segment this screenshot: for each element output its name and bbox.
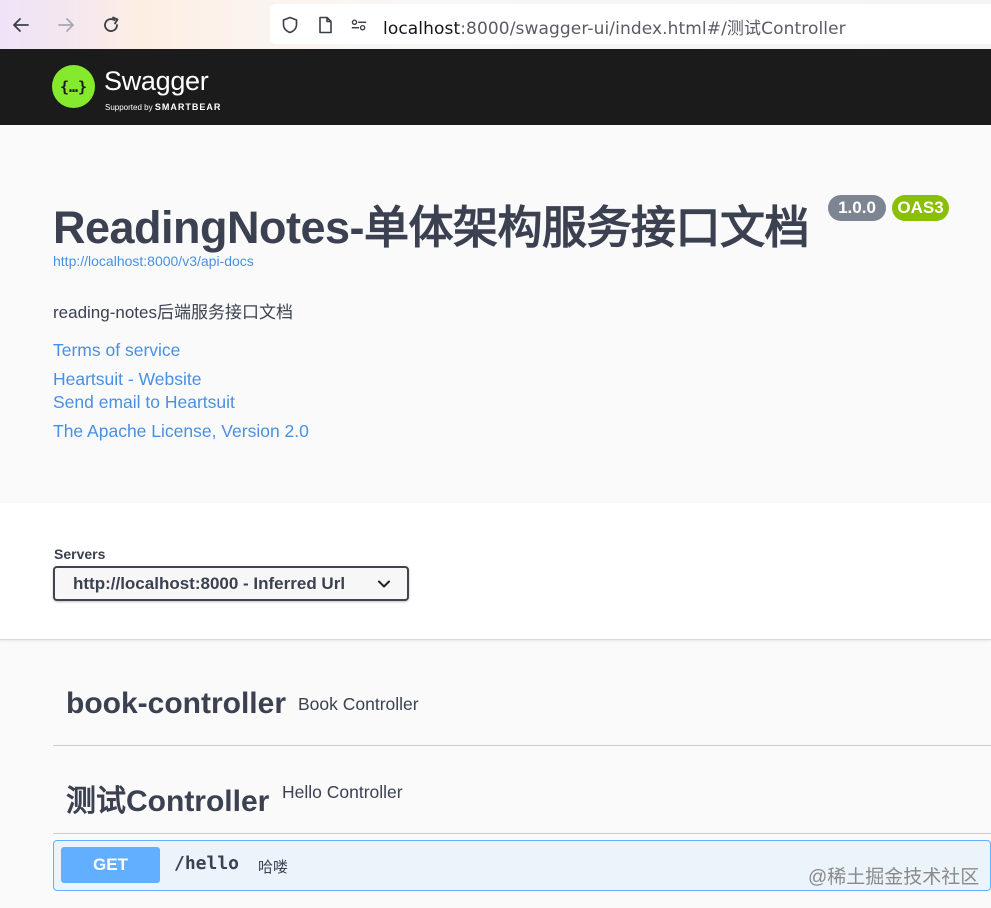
oas-badge: OAS3 (892, 195, 949, 221)
tag-test-controller[interactable]: 测试Controller Hello Controller (53, 746, 991, 834)
url-path: :8000/swagger-ui/index.html#/测试Controlle… (460, 19, 846, 39)
version-badge: 1.0.0 (828, 195, 886, 221)
supported-by-label: Supported by (105, 103, 153, 112)
page-icon[interactable] (316, 16, 334, 34)
forward-button[interactable] (49, 8, 83, 42)
tag-name: 测试Controller (66, 785, 270, 818)
tag-description: Hello Controller (282, 782, 403, 802)
api-description: reading-notes后端服务接口文档 (53, 303, 293, 322)
forward-arrow-icon (58, 18, 74, 32)
servers-section: Servers http://localhost:8000 - Inferred… (0, 503, 991, 640)
url-text[interactable]: localhost:8000/swagger-ui/index.html#/测试… (383, 14, 846, 39)
http-method-badge: GET (61, 847, 160, 883)
url-host: localhost (383, 19, 461, 39)
shield-icon[interactable] (281, 16, 299, 34)
info-section: ReadingNotes-单体架构服务接口文档 1.0.0 OAS3 http:… (0, 125, 991, 503)
servers-label: Servers (54, 546, 106, 562)
back-arrow-icon (13, 18, 29, 32)
api-title: ReadingNotes-单体架构服务接口文档 (53, 202, 810, 253)
back-button[interactable] (4, 8, 38, 42)
swagger-brand[interactable]: Swagger (104, 66, 209, 97)
operation-path: /hello (174, 853, 240, 874)
license-link[interactable]: The Apache License, Version 2.0 (53, 421, 309, 442)
operation-summary: 哈喽 (258, 859, 289, 876)
website-link[interactable]: Heartsuit - Website (53, 369, 201, 390)
terms-link[interactable]: Terms of service (53, 340, 180, 361)
smartbear-label: SMARTBEAR (154, 102, 222, 112)
swagger-logo-glyph: {…} (59, 77, 88, 96)
reload-button[interactable] (94, 8, 128, 42)
permissions-icon[interactable] (350, 16, 368, 34)
email-link[interactable]: Send email to Heartsuit (53, 392, 235, 413)
chevron-down-icon (378, 580, 390, 588)
supported-by: Supported by SMARTBEAR (105, 102, 221, 112)
reload-icon (104, 16, 119, 32)
servers-selected-value: http://localhost:8000 - Inferred Url (73, 574, 346, 593)
spec-url-link[interactable]: http://localhost:8000/v3/api-docs (53, 253, 254, 269)
tag-description: Book Controller (298, 694, 419, 714)
servers-select[interactable]: http://localhost:8000 - Inferred Url (53, 566, 409, 601)
browser-toolbar: localhost:8000/swagger-ui/index.html#/测试… (0, 0, 991, 49)
address-bar[interactable]: localhost:8000/swagger-ui/index.html#/测试… (270, 4, 991, 44)
watermark: @稀土掘金技术社区 (808, 867, 980, 888)
tag-book-controller[interactable]: book-controller Book Controller (53, 660, 991, 746)
swagger-topbar: {…} Swagger Supported by SMARTBEAR (0, 49, 991, 125)
tag-name: book-controller (66, 687, 287, 720)
swagger-logo-icon[interactable]: {…} (52, 65, 95, 108)
